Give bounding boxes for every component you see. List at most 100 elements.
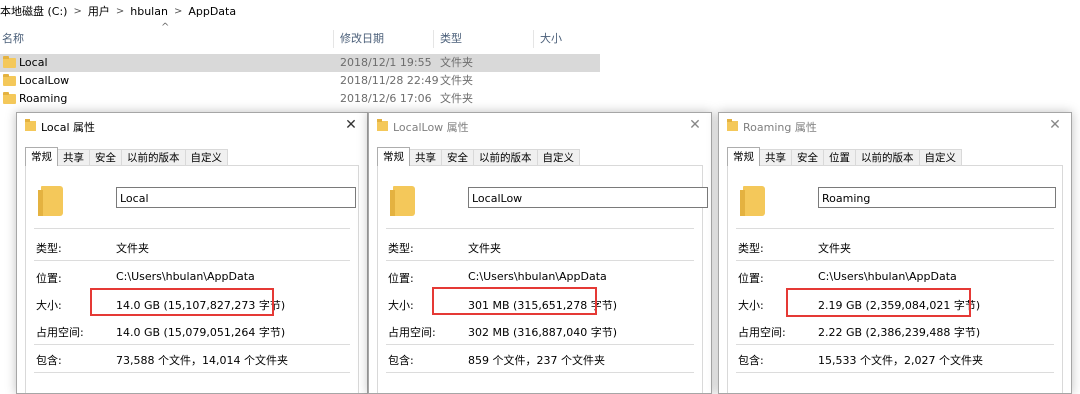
properties-dialog-local: Local 属性 ✕ 常规 共享 安全 以前的版本 自定义 Local 类型: …	[16, 112, 368, 394]
highlight-box-size	[786, 288, 971, 317]
divider	[736, 260, 1054, 261]
dialog-title: Roaming 属性	[743, 121, 817, 134]
value-size-on-disk: 302 MB (316,887,040 字节)	[468, 326, 618, 339]
divider	[34, 372, 350, 373]
label-contains: 包含:	[388, 354, 414, 367]
label-type: 类型:	[36, 242, 62, 255]
folder-name-input[interactable]: Roaming	[818, 187, 1056, 208]
folder-name-input[interactable]: LocalLow	[468, 187, 708, 208]
tab-sharing[interactable]: 共享	[759, 149, 792, 166]
tab-customize[interactable]: 自定义	[536, 149, 580, 166]
divider	[736, 372, 1054, 373]
divider	[34, 228, 350, 229]
divider	[386, 228, 694, 229]
tab-sharing[interactable]: 共享	[409, 149, 442, 166]
label-size-on-disk: 占用空间:	[36, 326, 84, 339]
dialog-titlebar[interactable]: Roaming 属性 ✕	[719, 113, 1071, 139]
label-location: 位置:	[738, 272, 764, 285]
highlight-box-size	[432, 287, 597, 315]
column-type[interactable]: 类型	[440, 28, 462, 50]
tab-bar: 常规 共享 安全 以前的版本 自定义	[377, 147, 580, 166]
breadcrumb-item-users[interactable]: 用户	[88, 3, 110, 19]
folder-icon	[38, 186, 63, 216]
folder-icon	[740, 186, 765, 216]
value-type: 文件夹	[818, 242, 851, 255]
chevron-right-icon: >	[115, 5, 125, 17]
close-button[interactable]: ✕	[685, 115, 705, 135]
breadcrumb-item-appdata[interactable]: AppData	[188, 5, 236, 18]
divider	[386, 372, 694, 373]
file-row-locallow[interactable]: LocalLow 2018/11/28 22:49 文件夹	[0, 72, 600, 90]
value-contains: 15,533 个文件，2,027 个文件夹	[818, 354, 983, 367]
file-name: Local	[19, 56, 48, 69]
column-divider[interactable]	[433, 30, 434, 48]
tab-previous-versions[interactable]: 以前的版本	[473, 149, 538, 166]
value-type: 文件夹	[468, 242, 501, 255]
tab-location[interactable]: 位置	[823, 149, 856, 166]
column-divider[interactable]	[333, 30, 334, 48]
folder-icon	[25, 119, 36, 131]
tab-security[interactable]: 安全	[89, 149, 122, 166]
divider	[736, 228, 1054, 229]
column-header: ^ 名称 修改日期 类型 大小	[0, 22, 600, 50]
tab-general[interactable]: 常规	[25, 147, 58, 166]
file-name: Roaming	[19, 92, 68, 105]
folder-icon	[3, 74, 16, 86]
label-contains: 包含:	[36, 354, 62, 367]
chevron-right-icon: >	[73, 5, 82, 17]
folder-icon	[377, 119, 388, 131]
general-panel: LocalLow 类型: 文件夹 位置: C:\Users\hbulan\App…	[377, 165, 708, 393]
dialog-titlebar[interactable]: Local 属性 ✕	[17, 113, 367, 139]
tab-bar: 常规 共享 安全 以前的版本 自定义	[25, 147, 228, 166]
label-size: 大小:	[36, 299, 62, 312]
value-location: C:\Users\hbulan\AppData	[116, 270, 255, 283]
label-size-on-disk: 占用空间:	[738, 326, 786, 339]
value-type: 文件夹	[116, 242, 149, 255]
folder-icon	[3, 56, 16, 68]
tab-security[interactable]: 安全	[791, 149, 824, 166]
close-button[interactable]: ✕	[341, 115, 361, 135]
chevron-right-icon: >	[173, 5, 183, 17]
tab-previous-versions[interactable]: 以前的版本	[121, 149, 186, 166]
tab-customize[interactable]: 自定义	[184, 149, 228, 166]
divider	[386, 260, 694, 261]
file-date: 2018/11/28 22:49	[340, 74, 439, 87]
label-size-on-disk: 占用空间:	[388, 326, 436, 339]
divider	[736, 344, 1054, 345]
column-size[interactable]: 大小	[540, 28, 562, 50]
folder-name-input[interactable]: Local	[116, 187, 356, 208]
tab-general[interactable]: 常规	[727, 147, 760, 166]
tab-general[interactable]: 常规	[377, 147, 410, 166]
value-size-on-disk: 2.22 GB (2,386,239,488 字节)	[818, 326, 981, 339]
column-name[interactable]: 名称	[2, 28, 24, 50]
dialog-title: LocalLow 属性	[393, 121, 469, 134]
value-contains: 73,588 个文件，14,014 个文件夹	[116, 354, 288, 367]
general-panel: Local 类型: 文件夹 位置: C:\Users\hbulan\AppDat…	[25, 165, 359, 393]
tab-previous-versions[interactable]: 以前的版本	[855, 149, 920, 166]
divider	[34, 344, 350, 345]
tab-security[interactable]: 安全	[441, 149, 474, 166]
file-type: 文件夹	[440, 56, 473, 69]
column-divider[interactable]	[533, 30, 534, 48]
file-type: 文件夹	[440, 74, 473, 87]
close-button[interactable]: ✕	[1045, 115, 1065, 135]
breadcrumb-item-drive[interactable]: 本地磁盘 (C:)	[0, 3, 67, 19]
sort-ascending-icon: ^	[161, 22, 170, 33]
dialog-titlebar[interactable]: LocalLow 属性 ✕	[369, 113, 711, 139]
column-date[interactable]: 修改日期	[340, 28, 384, 50]
breadcrumb[interactable]: 本地磁盘 (C:) > 用户 > hbulan > AppData	[0, 3, 236, 19]
file-row-local[interactable]: Local 2018/12/1 19:55 文件夹	[0, 54, 600, 72]
file-name: LocalLow	[19, 74, 70, 87]
folder-icon	[390, 186, 415, 216]
label-size: 大小:	[738, 299, 764, 312]
file-row-roaming[interactable]: Roaming 2018/12/6 17:06 文件夹	[0, 90, 600, 108]
divider	[34, 260, 350, 261]
breadcrumb-item-user[interactable]: hbulan	[130, 5, 168, 18]
properties-dialog-roaming: Roaming 属性 ✕ 常规 共享 安全 位置 以前的版本 自定义 Roami…	[718, 112, 1072, 394]
tab-sharing[interactable]: 共享	[57, 149, 90, 166]
tab-customize[interactable]: 自定义	[918, 149, 962, 166]
value-location: C:\Users\hbulan\AppData	[818, 270, 957, 283]
folder-icon	[727, 119, 738, 131]
label-size: 大小:	[388, 299, 414, 312]
label-location: 位置:	[36, 272, 62, 285]
